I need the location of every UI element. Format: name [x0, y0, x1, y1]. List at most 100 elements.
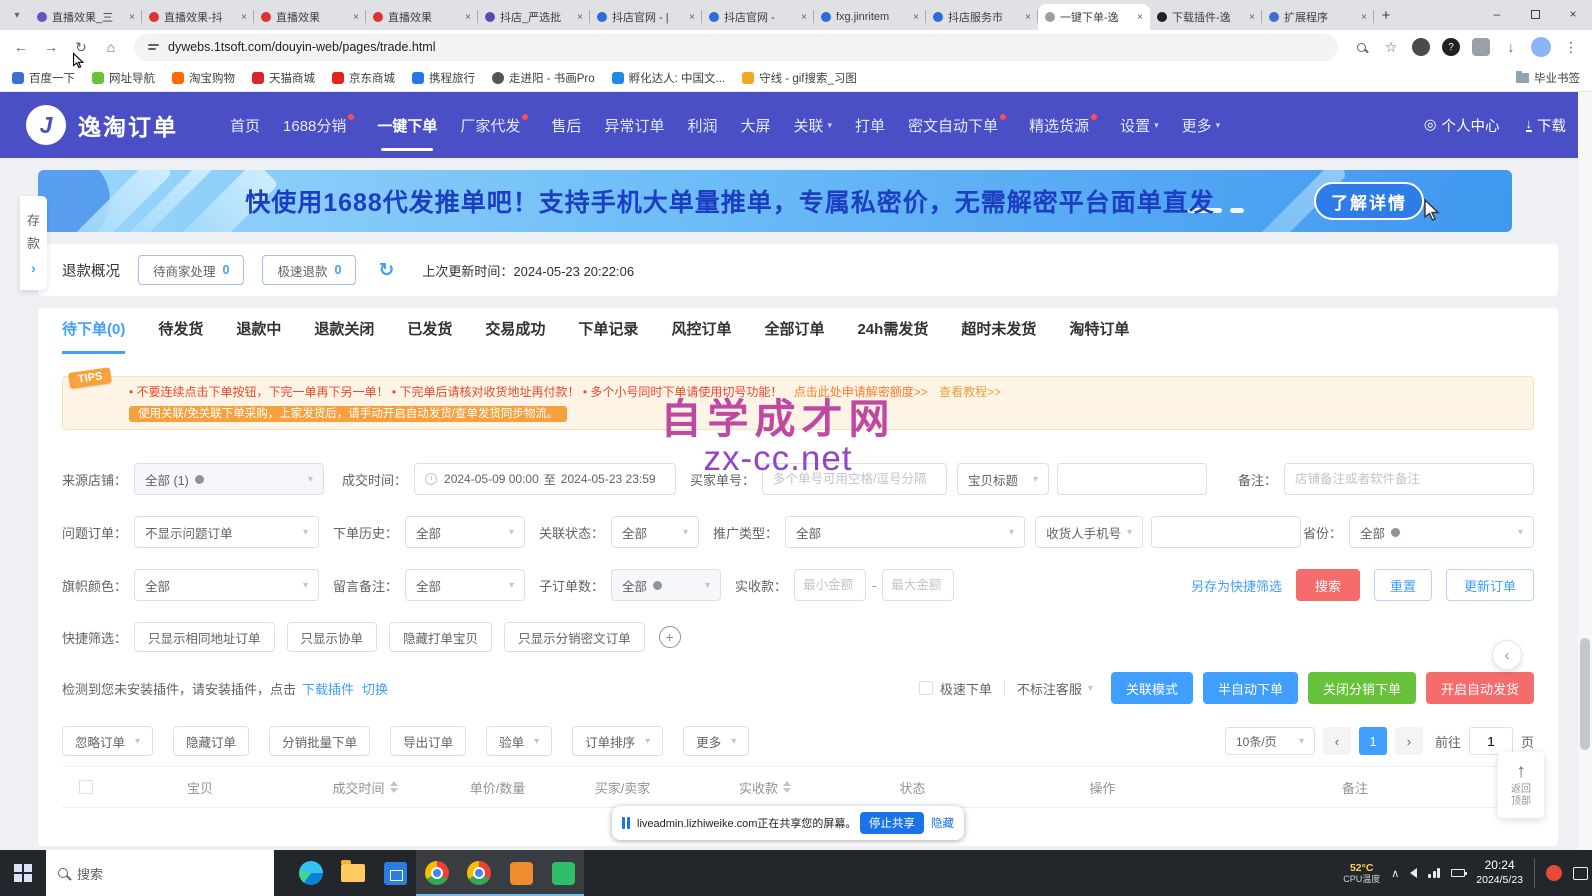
bookmark-item[interactable]: 淘宝购物	[172, 70, 235, 86]
item-title-select[interactable]: 宝贝标题▾	[957, 463, 1049, 495]
update-orders-button[interactable]: 更新订单	[1446, 569, 1534, 601]
tray-expand-icon[interactable]: ∧	[1391, 867, 1399, 880]
tab-shipped[interactable]: 已发货	[407, 318, 452, 354]
nav-aftersale[interactable]: 售后	[551, 115, 581, 136]
nav-more[interactable]: 更多▾	[1182, 115, 1221, 136]
tab-risk-orders[interactable]: 风控订单	[671, 318, 731, 354]
browser-tab[interactable]: 直播效果×	[254, 4, 366, 30]
bookmark-item[interactable]: 百度一下	[12, 70, 75, 86]
switch-link[interactable]: 切换	[362, 679, 388, 698]
tab-close-icon[interactable]: ×	[689, 12, 695, 23]
source-shop-select[interactable]: 全部 (1)▾	[134, 463, 324, 495]
tab-close-icon[interactable]: ×	[465, 12, 471, 23]
home-icon[interactable]: ⌂	[98, 34, 124, 60]
bookmark-item[interactable]: 京东商城	[332, 70, 395, 86]
stop-sharing-button[interactable]: 停止共享	[860, 812, 924, 834]
tab-close-icon[interactable]: ×	[1361, 12, 1367, 23]
nav-profit[interactable]: 利润	[687, 115, 717, 136]
forward-icon[interactable]: →	[38, 34, 64, 60]
message-note-select[interactable]: 全部▾	[405, 569, 525, 601]
promo-banner[interactable]: 快使用1688代发推单吧！支持手机大单量推单，专属私密价，无需解密平台面单直发 …	[38, 170, 1512, 232]
tab-close-icon[interactable]: ×	[1137, 12, 1143, 23]
browser-tab[interactable]: 直播效果_三×	[30, 4, 142, 30]
nav-factory-dropship[interactable]: 厂家代发	[460, 115, 528, 136]
nav-settings[interactable]: 设置▾	[1120, 115, 1159, 136]
note-field[interactable]	[1295, 472, 1523, 486]
quick-filter-assist-orders[interactable]: 只显示协单	[287, 622, 378, 652]
browser-tab-active[interactable]: 一键下单-逸×	[1038, 4, 1150, 30]
tab-completed[interactable]: 交易成功	[485, 318, 545, 354]
max-amount-field[interactable]	[891, 578, 945, 592]
taskbar-edge-icon[interactable]	[290, 850, 332, 896]
bookmark-item[interactable]: 携程旅行	[412, 70, 475, 86]
problem-order-select[interactable]: 不显示问题订单▾	[134, 516, 319, 548]
speaker-icon[interactable]	[1410, 868, 1417, 878]
menu-icon[interactable]: ⋮	[1558, 34, 1584, 60]
address-bar[interactable]: dywebs.1tsoft.com/douyin-web/pages/trade…	[134, 34, 1338, 61]
hide-order-button[interactable]: 隐藏订单	[173, 726, 249, 756]
more-button[interactable]: 更多▾	[683, 726, 749, 756]
start-button[interactable]	[0, 850, 46, 896]
nav-home[interactable]: 首页	[230, 115, 260, 136]
tab-to-ship[interactable]: 待发货	[158, 318, 203, 354]
close-window-button[interactable]: ×	[1554, 0, 1592, 28]
taskbar-green-app-icon[interactable]	[542, 850, 584, 896]
min-amount-input[interactable]	[794, 569, 866, 601]
sort-icon[interactable]	[390, 781, 398, 793]
prev-page-button[interactable]: ‹	[1323, 727, 1351, 755]
new-tab-button[interactable]: +	[1374, 3, 1398, 27]
verify-order-button[interactable]: 验单▾	[486, 726, 552, 756]
tab-order-history[interactable]: 下单记录	[578, 318, 638, 354]
refresh-icon[interactable]: ↻	[378, 259, 394, 282]
app-logo[interactable]: J	[26, 105, 66, 145]
suborder-count-select[interactable]: 全部▾	[611, 569, 721, 601]
tab-close-icon[interactable]: ×	[129, 12, 135, 23]
max-amount-input[interactable]	[882, 569, 954, 601]
pending-merchant-chip[interactable]: 待商家处理0	[138, 255, 244, 285]
tab-search-icon[interactable]: ▾	[6, 4, 28, 26]
quick-filter-hide-printed[interactable]: 隐藏打单宝贝	[389, 622, 492, 652]
auto-ship-button[interactable]: 开启自动发货	[1426, 672, 1534, 704]
province-select[interactable]: 全部▾	[1349, 516, 1534, 548]
zoom-icon[interactable]	[1348, 34, 1374, 60]
add-quick-filter-icon[interactable]: +	[659, 626, 681, 648]
tab-overdue-ship[interactable]: 超时未发货	[961, 318, 1036, 354]
relation-mode-button[interactable]: 关联模式	[1111, 672, 1193, 704]
fast-refund-chip[interactable]: 极速退款0	[262, 255, 356, 285]
taskbar-chrome-icon[interactable]	[416, 850, 458, 896]
select-all-checkbox[interactable]	[62, 780, 110, 794]
minimize-button[interactable]: –	[1478, 0, 1516, 28]
browser-tab[interactable]: 下载插件-逸×	[1150, 4, 1262, 30]
user-center-link[interactable]: ◎个人中心	[1424, 115, 1500, 136]
semi-auto-order-button[interactable]: 半自动下单	[1203, 672, 1298, 704]
phone-field[interactable]	[1162, 525, 1290, 539]
taskbar-clock[interactable]: 20:24 2024/5/23	[1476, 858, 1523, 887]
action-center-icon[interactable]	[1573, 867, 1588, 880]
receiver-phone-select[interactable]: 收货人手机号▾	[1035, 516, 1143, 548]
download-plugin-link[interactable]: 下载插件	[302, 679, 354, 698]
taskbar-search[interactable]: 搜索	[46, 850, 274, 896]
cpu-temp-widget[interactable]: 52°C CPU温度	[1343, 862, 1380, 884]
nav-print[interactable]: 打单	[855, 115, 885, 136]
goto-page-input[interactable]	[1469, 727, 1513, 755]
fast-order-checkbox[interactable]	[919, 681, 933, 695]
nav-one-click-order[interactable]: 一键下单	[377, 115, 437, 136]
tab-pending-order[interactable]: 待下单(0)	[62, 318, 125, 354]
save-quick-filter-link[interactable]: 另存为快捷筛选	[1191, 576, 1282, 595]
page-size-select[interactable]: 10条/页▾	[1225, 727, 1315, 755]
browser-tab[interactable]: 扩展程序×	[1262, 4, 1374, 30]
tab-close-icon[interactable]: ×	[1249, 12, 1255, 23]
promo-type-select[interactable]: 全部▾	[785, 516, 1025, 548]
buyer-order-no-input[interactable]	[762, 463, 947, 495]
relation-status-select[interactable]: 全部▾	[611, 516, 699, 548]
taskbar-chrome2-icon[interactable]	[458, 850, 500, 896]
site-info-icon[interactable]	[148, 44, 159, 50]
download-icon[interactable]: ↓	[1498, 34, 1524, 60]
title-field[interactable]	[1068, 472, 1196, 486]
sort-icon[interactable]	[783, 781, 791, 793]
browser-tab[interactable]: 抖店官网 - |×	[590, 4, 702, 30]
col-deal-time[interactable]: 成交时间	[290, 778, 440, 797]
bookmark-item[interactable]: 孵化达人: 中国文...	[612, 70, 725, 86]
tab-all-orders[interactable]: 全部订单	[764, 318, 824, 354]
export-orders-button[interactable]: 导出订单	[390, 726, 466, 756]
